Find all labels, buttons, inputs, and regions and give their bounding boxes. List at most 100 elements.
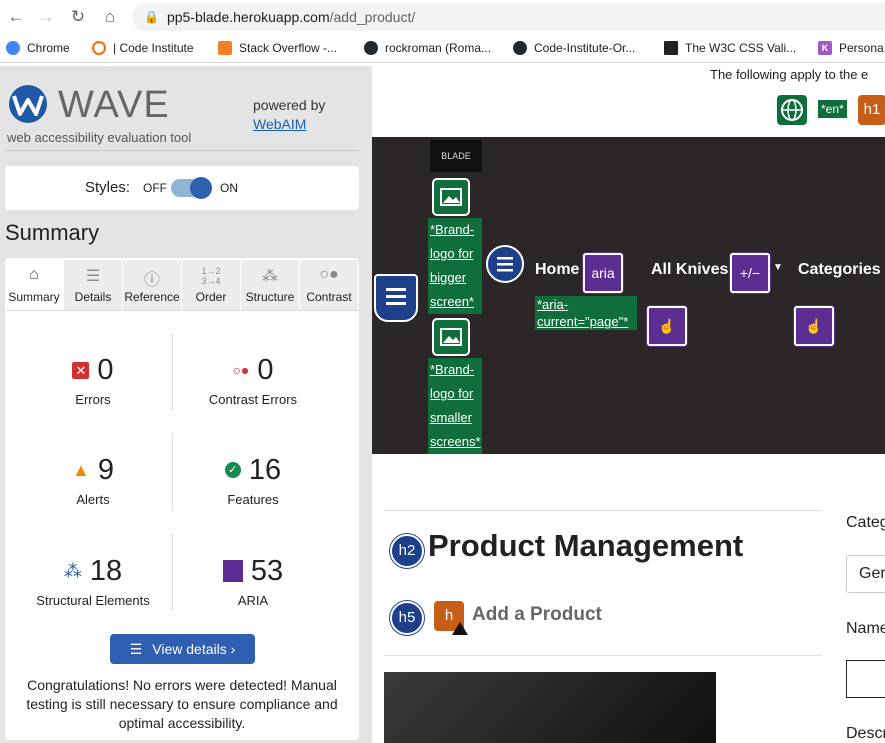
- reload-icon[interactable]: ↻: [66, 5, 90, 29]
- product-image-placeholder: [384, 672, 716, 743]
- divider: [384, 510, 822, 511]
- bookmark-label: The W3C CSS Vali...: [685, 41, 797, 55]
- alerts-label: Alerts: [76, 492, 110, 507]
- styles-on-label: ON: [220, 181, 238, 195]
- styles-toggle[interactable]: [171, 177, 212, 199]
- info-icon: ⓘ: [143, 272, 160, 289]
- dropdown-caret-icon: ▼: [773, 262, 783, 273]
- bookmark-github-rockroman[interactable]: rockroman (Roma...: [364, 38, 491, 58]
- list-icon: ☰: [85, 268, 101, 285]
- tab-structure[interactable]: ⁂ Structure: [241, 260, 299, 310]
- tab-reference[interactable]: ⓘ Reference: [123, 260, 181, 310]
- aria-label: ARIA: [237, 593, 269, 608]
- back-arrow-icon[interactable]: ←: [4, 5, 28, 29]
- lock-icon: 🔒: [144, 10, 159, 24]
- url-path: /add_product/: [329, 9, 416, 25]
- name-input[interactable]: [846, 660, 885, 698]
- bookmark-github-code-institute[interactable]: Code-Institute-Or...: [513, 38, 635, 58]
- bookmark-label: rockroman (Roma...: [385, 41, 492, 55]
- browser-toolbar: ← → ↻ ⌂ 🔒 pp5-blade.herokuapp.com/add_pr…: [0, 0, 885, 34]
- nav-categories-link[interactable]: Categories: [798, 261, 881, 279]
- features-label: Features: [227, 492, 279, 507]
- tab-details[interactable]: ☰ Details: [64, 260, 122, 310]
- stat-aria[interactable]: 53 ARIA: [178, 553, 328, 608]
- category-label: Categ: [846, 514, 885, 531]
- nav-all-knives-link[interactable]: All Knives: [651, 261, 728, 279]
- description-label: Descr: [846, 725, 885, 742]
- tab-summary[interactable]: ⌂ Summary: [5, 260, 63, 310]
- nav-home-link[interactable]: Home: [535, 261, 579, 279]
- h5-tag[interactable]: h5: [390, 601, 424, 635]
- tab-label: Details: [74, 290, 112, 304]
- bookmark-chrome[interactable]: Chrome: [6, 38, 70, 58]
- aria-tag[interactable]: aria: [583, 253, 623, 293]
- home-icon[interactable]: ⌂: [98, 5, 122, 29]
- aria-current-label: *aria-current="page"*: [535, 296, 637, 330]
- stat-structural[interactable]: ⁂ 18 Structural Elements: [18, 553, 168, 609]
- persona-icon: K: [818, 41, 832, 55]
- h2-tag[interactable]: h2: [390, 534, 424, 568]
- features-count: 16: [248, 453, 282, 486]
- aria-count: 53: [250, 554, 284, 587]
- tab-label: Contrast: [306, 290, 352, 304]
- tab-contrast[interactable]: ○● Contrast: [300, 260, 358, 310]
- order-icon: 1→2 3→4: [201, 266, 221, 286]
- navigation-icon[interactable]: [486, 245, 524, 283]
- structure-icon: ⁂: [63, 560, 82, 581]
- alert-icon: ▲: [72, 459, 90, 480]
- globe-icon[interactable]: [777, 95, 807, 125]
- contrast-icon: ○●: [319, 266, 339, 283]
- bookmark-code-institute[interactable]: | Code Institute: [92, 38, 194, 58]
- stat-contrast-errors[interactable]: ○● 0 Contrast Errors: [178, 352, 328, 408]
- bookmark-label: Chrome: [27, 41, 70, 55]
- aria-cube-icon: [222, 560, 243, 582]
- brand-logo-small[interactable]: BLADE: [430, 140, 482, 172]
- list-structure-icon[interactable]: [374, 274, 418, 322]
- error-icon: ✕: [72, 361, 90, 379]
- styles-toggle-card: Styles: OFF ON: [5, 166, 359, 210]
- category-select[interactable]: Ger: [846, 555, 885, 593]
- forward-arrow-icon[interactable]: →: [34, 5, 58, 29]
- toggle-knob: [190, 177, 212, 199]
- contrast-error-icon: ○●: [232, 362, 250, 378]
- h1-tag[interactable]: h1: [858, 95, 885, 125]
- bookmark-w3c[interactable]: The W3C CSS Vali...: [664, 38, 796, 58]
- brand-logo-big-label: *Brand-logo for bigger screen*: [428, 218, 482, 314]
- divider: [384, 655, 822, 656]
- wave-logo: [6, 84, 50, 129]
- view-details-button[interactable]: ☰ View details ›: [110, 634, 255, 664]
- stat-divider: [172, 533, 173, 611]
- url-host: pp5-blade.herokuapp.com: [166, 9, 330, 25]
- stat-alerts[interactable]: ▲ 9 Alerts: [18, 452, 168, 508]
- apply-notice: The following apply to the e: [710, 67, 869, 82]
- congratulations-message: Congratulations! No errors were detected…: [26, 677, 338, 731]
- aria-expanded-tag[interactable]: +/−: [730, 253, 770, 293]
- tab-order[interactable]: 1→2 3→4 Order: [182, 260, 240, 310]
- stat-divider: [172, 333, 173, 411]
- address-bar[interactable]: 🔒 pp5-blade.herokuapp.com/add_product/: [132, 3, 885, 31]
- add-product-heading: Add a Product: [472, 604, 602, 625]
- code-institute-icon: [92, 41, 106, 55]
- webaim-link[interactable]: WebAIM: [253, 116, 306, 132]
- product-management-heading: Product Management: [428, 528, 744, 563]
- chrome-icon: [6, 41, 20, 55]
- lang-tag: *en*: [818, 100, 847, 118]
- wave-tagline: web accessibility evaluation tool: [7, 130, 192, 145]
- github-icon: [364, 41, 378, 55]
- alerts-count: 9: [97, 453, 114, 486]
- bookmark-stackoverflow[interactable]: Stack Overflow -...: [218, 38, 337, 58]
- list-icon: ☰: [129, 640, 143, 657]
- aria-touch-icon[interactable]: ☝: [794, 306, 834, 346]
- tab-label: Reference: [124, 290, 180, 304]
- powered-by-text: powered by: [253, 97, 326, 113]
- stat-features[interactable]: ✓ 16 Features: [178, 452, 328, 507]
- structure-icon: ⁂: [262, 268, 278, 285]
- divider: [5, 150, 359, 151]
- view-details-label: View details ›: [152, 641, 236, 657]
- styles-off-label: OFF: [143, 181, 167, 195]
- bookmark-persona[interactable]: K Persona: [818, 38, 884, 58]
- aria-touch-icon[interactable]: ☝: [647, 306, 687, 346]
- brand-logo-small-label: *Brand-logo for smaller screens*: [428, 358, 482, 454]
- bookmark-label: Persona: [839, 41, 884, 55]
- stat-errors[interactable]: ✕ 0 Errors: [18, 352, 168, 407]
